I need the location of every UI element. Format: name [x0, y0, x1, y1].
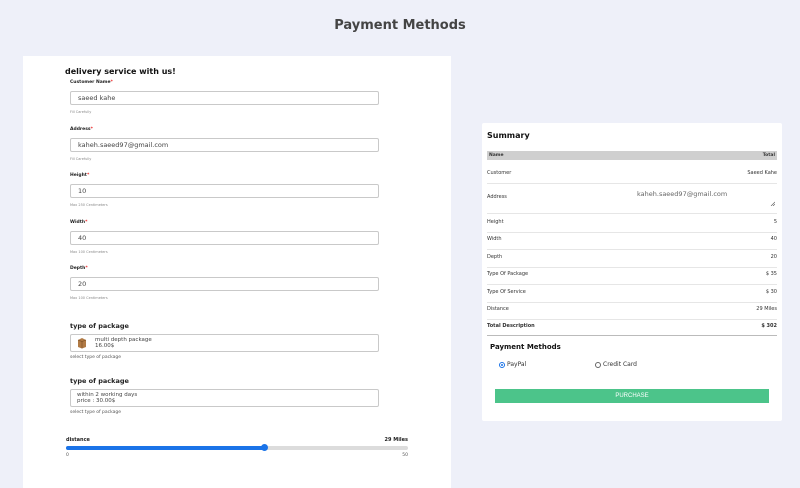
distance-slider-fill [66, 446, 265, 450]
summary-width-value: 40 [770, 236, 777, 242]
customer-name-field: Customer Name* saeed kahe Fill Carefully [70, 80, 379, 114]
summary-row-address: Address kaheh.saeed97@gmail.com [487, 190, 777, 214]
summary-service-value: $ 30 [765, 289, 777, 295]
summary-row-depth: Depth 20 [487, 254, 777, 268]
height-field: Height* 10 Max 250 Centimeters [70, 173, 379, 207]
summary-service-label: Type Of Service [487, 289, 526, 295]
required-mark: * [110, 80, 113, 85]
depth-field: Depth* 20 Max 100 Centimeters [70, 266, 379, 300]
address-label: Address [70, 127, 91, 132]
summary-card: Summary Name Total Customer Saeed Kahe A… [482, 123, 782, 421]
radio-paypal-label: PayPal [507, 361, 527, 368]
summary-distance-label: Distance [487, 306, 509, 312]
summary-row-package: Type Of Package $ 35 [487, 271, 777, 285]
address-field: Address* kaheh.saeed97@gmail.com Fill Ca… [70, 127, 379, 161]
required-mark: * [90, 127, 93, 132]
summary-depth-label: Depth [487, 254, 503, 260]
summary-height-value: 5 [773, 219, 777, 225]
height-hint: Max 250 Centimeters [70, 203, 108, 207]
distance-slider-thumb[interactable] [260, 444, 268, 451]
radio-credit-card-dot[interactable] [595, 361, 601, 368]
summary-row-distance: Distance 29 Miles [487, 306, 777, 320]
order-form: delivery service with us! Customer Name*… [23, 56, 451, 488]
distance-slider[interactable] [66, 444, 408, 451]
depth-label: Depth [70, 266, 86, 271]
required-mark: * [85, 220, 88, 225]
distance-min-label: 0 [66, 453, 69, 458]
summary-row-customer: Customer Saeed Kahe [487, 170, 777, 184]
summary-customer-label: Customer [487, 170, 512, 176]
service-type-hint: select type of package [70, 410, 122, 415]
address-hint: Fill Carefully [70, 157, 92, 161]
payment-methods-title: Payment Methods [490, 343, 561, 351]
package-option-price: 16.00$ [95, 343, 115, 349]
radio-credit-card[interactable]: Credit Card [595, 361, 637, 368]
summary-header-total: Total [762, 153, 775, 158]
radio-paypal-dot[interactable] [499, 361, 505, 368]
package-type-select[interactable]: multi depth package 16.00$ [70, 334, 379, 352]
depth-input[interactable]: 20 [70, 277, 379, 291]
summary-height-label: Height [487, 219, 504, 225]
summary-package-label: Type Of Package [487, 271, 529, 277]
customer-name-input[interactable]: saeed kahe [70, 91, 379, 105]
summary-row-width: Width 40 [487, 236, 777, 250]
distance-max-label: 50 [402, 453, 408, 458]
summary-header: Name Total [487, 151, 777, 160]
customer-name-hint: Fill Carefully [70, 110, 92, 114]
summary-row-total: Total Description $ 302 [487, 323, 777, 336]
summary-header-name: Name [489, 153, 504, 158]
distance-value: 29 Miles [384, 437, 408, 443]
summary-row-service: Type Of Service $ 30 [487, 289, 777, 303]
form-heading: delivery service with us! [65, 67, 176, 76]
page-title: Payment Methods [334, 18, 466, 33]
address-input[interactable]: kaheh.saeed97@gmail.com [70, 138, 379, 152]
package-type-hint: select type of package [70, 355, 122, 360]
service-type-select[interactable]: within 2 working days price : 30.00$ [70, 389, 379, 407]
summary-row-height: Height 5 [487, 219, 777, 233]
service-option-price: price : 30.00$ [77, 398, 116, 404]
radio-paypal[interactable]: PayPal [499, 361, 526, 368]
height-input[interactable]: 10 [70, 184, 379, 198]
required-mark: * [85, 266, 88, 271]
summary-address-label: Address [487, 194, 507, 200]
summary-total-value: $ 302 [761, 323, 777, 329]
service-type-label: type of package [70, 377, 129, 385]
summary-depth-value: 20 [770, 254, 777, 260]
summary-address-value[interactable]: kaheh.saeed97@gmail.com [637, 190, 727, 198]
customer-name-label: Customer Name [70, 80, 111, 85]
width-hint: Max 100 Centimeters [70, 250, 108, 254]
depth-hint: Max 100 Centimeters [70, 296, 108, 300]
required-mark: * [86, 173, 90, 178]
summary-total-label: Total Description [487, 323, 535, 329]
summary-package-value: $ 35 [765, 271, 777, 277]
box-icon [77, 338, 87, 349]
package-type-label: type of package [70, 322, 129, 330]
width-input[interactable]: 40 [70, 231, 379, 245]
purchase-button[interactable]: PURCHASE [495, 389, 769, 403]
distance-label: distance [66, 437, 90, 443]
summary-width-label: Width [487, 236, 502, 242]
height-label: Height [70, 173, 87, 178]
summary-title: Summary [487, 131, 530, 140]
summary-customer-value: Saeed Kahe [747, 170, 777, 176]
summary-distance-value: 29 Miles [756, 306, 777, 312]
resize-grip-icon[interactable] [770, 201, 775, 206]
width-label: Width [70, 220, 86, 225]
radio-credit-card-label: Credit Card [603, 361, 637, 368]
width-field: Width* 40 Max 100 Centimeters [70, 220, 379, 254]
